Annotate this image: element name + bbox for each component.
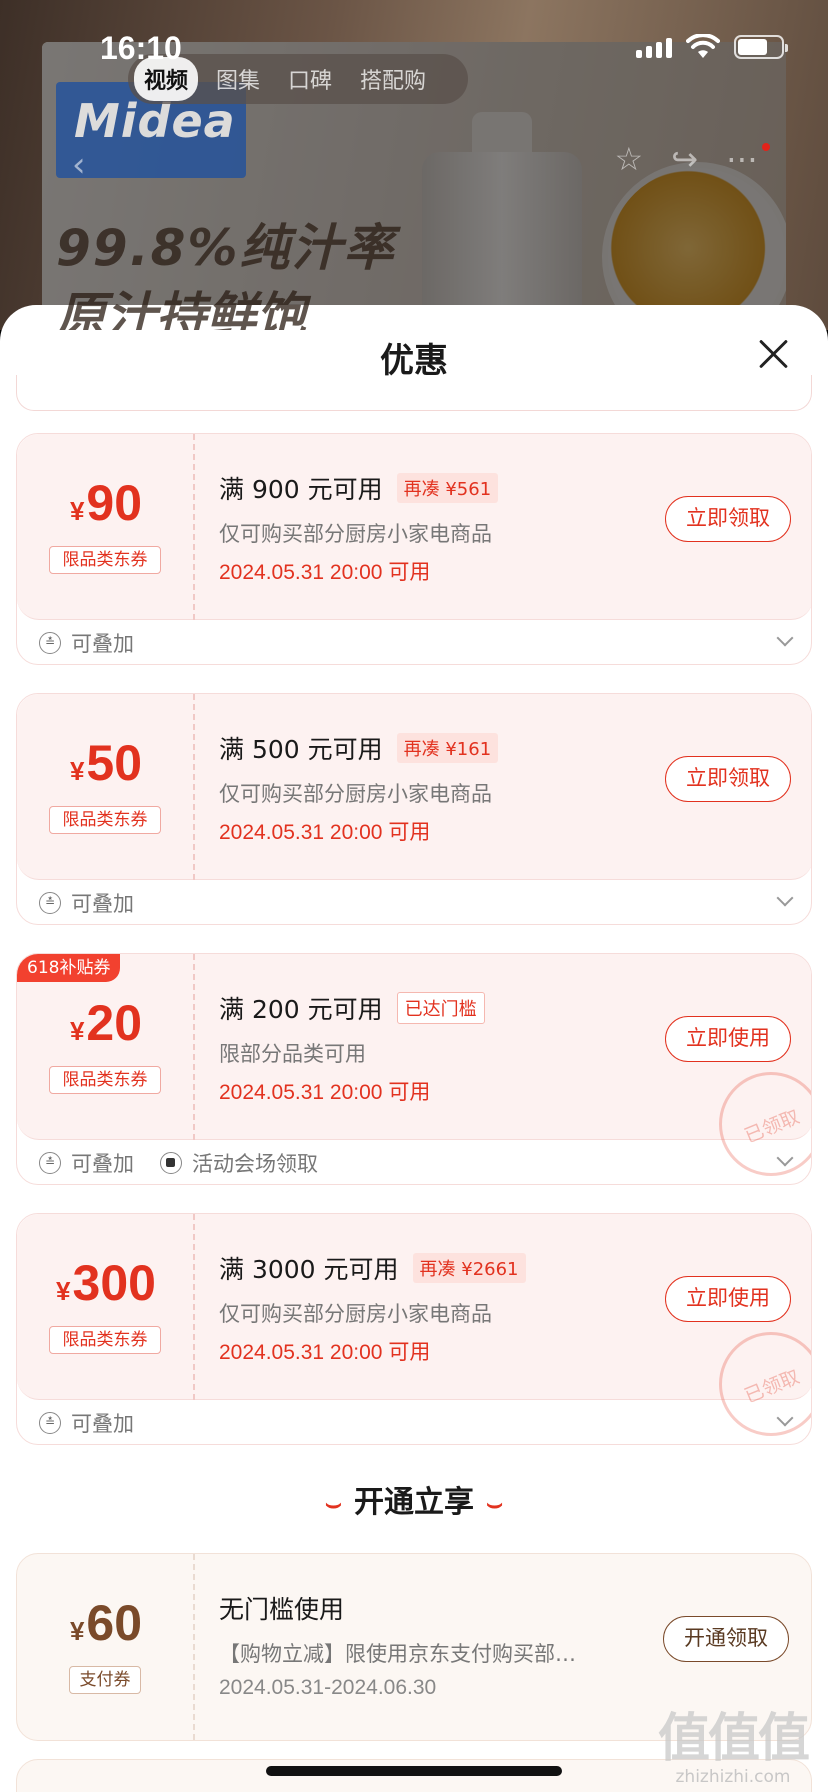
coupon-body: ¥50 限品类东券 满 500 元可用 再凑 ¥161 仅可购买部分厨房小家电商品… bbox=[17, 694, 811, 880]
use-coupon-button[interactable]: 立即使用 bbox=[665, 1016, 791, 1062]
coupon-condition: 满 3000 元可用 再凑 ¥2661 bbox=[219, 1250, 526, 1286]
threshold-met-tag: 已达门槛 bbox=[396, 992, 485, 1024]
coupon-amount: ¥300 bbox=[56, 1255, 156, 1311]
more-icon[interactable]: ⋯ bbox=[726, 140, 758, 178]
coupon-footer[interactable]: ≛ 可叠加 活动会场领取 bbox=[17, 1140, 811, 1184]
cellular-signal-icon bbox=[636, 36, 672, 58]
venue-icon bbox=[160, 1152, 182, 1174]
chevron-down-icon[interactable] bbox=[776, 629, 794, 647]
watermark: 值值值 zhizhizhi.com bbox=[657, 1709, 810, 1787]
wifi-icon bbox=[686, 34, 720, 60]
coupon-condition: 满 900 元可用 再凑 ¥561 bbox=[219, 470, 499, 506]
claim-coupon-button[interactable]: 立即领取 bbox=[665, 496, 791, 542]
stack-icon: ≛ bbox=[39, 1412, 61, 1434]
coupon-valid-time: 2024.05.31 20:00 可用 bbox=[219, 821, 431, 844]
coupon-card: ¥50 限品类东券 满 500 元可用 再凑 ¥161 仅可购买部分厨房小家电商品… bbox=[16, 693, 812, 925]
smile-deco-icon: ⌣ bbox=[324, 1489, 342, 1519]
coupon-gap-tag: 再凑 ¥561 bbox=[396, 473, 499, 503]
coupon-valid-time: 2024.05.31 20:00 可用 bbox=[219, 1081, 431, 1104]
coupon-body: ¥20 限品类东券 满 200 元可用 已达门槛 限部分品类可用 2024.05.… bbox=[17, 954, 811, 1184]
share-icon[interactable]: ↪ bbox=[671, 140, 698, 178]
coupon-type-label: 支付券 bbox=[69, 1666, 141, 1694]
coupon-amount: ¥90 bbox=[69, 475, 143, 531]
coupon-value-panel: ¥90 限品类东券 bbox=[17, 434, 195, 620]
claim-coupon-button[interactable]: 立即领取 bbox=[665, 756, 791, 802]
coupon-amount: ¥60 bbox=[69, 1595, 143, 1651]
coupon-scope: 仅可购买部分厨房小家电商品 bbox=[219, 1302, 492, 1326]
chevron-down-icon[interactable] bbox=[776, 889, 794, 907]
coupon-scope: 【购物立减】限使用京东支付购买部… bbox=[219, 1642, 576, 1666]
smile-deco-icon: ⌣ bbox=[486, 1489, 504, 1519]
activate-claim-button[interactable]: 开通领取 bbox=[663, 1616, 789, 1662]
hero-action-icons: ☆ ↪ ⋯ bbox=[615, 140, 759, 178]
stackable-label: ≛ 可叠加 bbox=[39, 1408, 134, 1438]
stackable-label: ≛ 可叠加 bbox=[39, 1148, 134, 1178]
coupon-amount: ¥20 bbox=[69, 995, 143, 1051]
coupon-condition: 满 500 元可用 再凑 ¥161 bbox=[219, 730, 499, 766]
coupon-card: ¥90 限品类东券 满 900 元可用 再凑 ¥561 仅可购买部分厨房小家电商品… bbox=[16, 433, 812, 665]
coupon-gap-tag: 再凑 ¥2661 bbox=[412, 1253, 526, 1283]
coupon-type-label: 限品类东券 bbox=[49, 1326, 161, 1354]
status-time: 16:10 bbox=[100, 30, 182, 66]
coupon-condition: 无门槛使用 bbox=[219, 1595, 345, 1624]
coupon-gap-tag: 再凑 ¥161 bbox=[396, 733, 499, 763]
stack-icon: ≛ bbox=[39, 1152, 61, 1174]
coupon-condition: 满 200 元可用 已达门槛 bbox=[219, 990, 485, 1026]
coupon-card: ¥300 限品类东券 满 3000 元可用 再凑 ¥2661 仅可购买部分厨房小家… bbox=[16, 1213, 812, 1445]
back-arrow-icon[interactable]: ‹ bbox=[72, 145, 86, 185]
hero-slogan: 99.8%纯汁率 bbox=[56, 219, 396, 277]
coupon-footer[interactable]: ≛ 可叠加 bbox=[17, 620, 811, 664]
coupon-type-label: 限品类东券 bbox=[49, 1066, 161, 1094]
battery-icon bbox=[734, 35, 788, 59]
hero-slogan-2: 原汁持鲜饱 bbox=[56, 287, 306, 330]
notification-dot bbox=[762, 143, 770, 151]
coupon-type-label: 限品类东券 bbox=[49, 806, 161, 834]
section-title: ⌣ 开通立享 ⌣ bbox=[324, 1485, 504, 1520]
close-icon[interactable] bbox=[756, 337, 790, 371]
coupon-body: ¥300 限品类东券 满 3000 元可用 再凑 ¥2661 仅可购买部分厨房小家… bbox=[17, 1214, 811, 1444]
coupon-footer[interactable]: ≛ 可叠加 bbox=[17, 1400, 811, 1444]
coupon-body: ¥90 限品类东券 满 900 元可用 再凑 ¥561 仅可购买部分厨房小家电商品… bbox=[17, 434, 811, 620]
juicer-lid-image bbox=[472, 112, 532, 162]
stack-icon: ≛ bbox=[39, 892, 61, 914]
status-bar: 16:10 bbox=[0, 0, 828, 80]
coupon-scope: 仅可购买部分厨房小家电商品 bbox=[219, 522, 492, 546]
coupon-value-panel: ¥300 限品类东券 bbox=[17, 1214, 195, 1400]
favorite-star-icon[interactable]: ☆ bbox=[615, 140, 644, 178]
stack-icon: ≛ bbox=[39, 632, 61, 654]
coupon-scope: 限部分品类可用 bbox=[219, 1042, 366, 1066]
coupon-value-panel: ¥50 限品类东券 bbox=[17, 694, 195, 880]
chevron-down-icon[interactable] bbox=[776, 1149, 794, 1167]
subsidy-ribbon: 618补贴券 bbox=[17, 954, 121, 982]
coupon-value-panel: ¥60 支付券 bbox=[17, 1554, 195, 1740]
coupon-sheet: 优惠 ¥90 限品类东券 满 900 元可用 再凑 ¥561 仅可购买部分厨房小家… bbox=[0, 305, 828, 1792]
coupon-scope: 仅可购买部分厨房小家电商品 bbox=[219, 782, 492, 806]
stackable-label: ≛ 可叠加 bbox=[39, 628, 134, 658]
chevron-down-icon[interactable] bbox=[776, 1409, 794, 1427]
coupon-type-label: 限品类东券 bbox=[49, 546, 161, 574]
coupon-footer[interactable]: ≛ 可叠加 bbox=[17, 880, 811, 924]
coupon-valid-time: 2024.05.31 20:00 可用 bbox=[219, 1341, 431, 1364]
partial-coupon-card bbox=[16, 375, 812, 411]
use-coupon-button[interactable]: 立即使用 bbox=[665, 1276, 791, 1322]
coupon-amount: ¥50 bbox=[69, 735, 143, 791]
stackable-label: ≛ 可叠加 bbox=[39, 888, 134, 918]
coupon-card: 618补贴券 ¥20 限品类东券 满 200 元可用 已达门槛 限部分品类可用 2… bbox=[16, 953, 812, 1185]
coupon-valid-time: 2024.05.31-2024.06.30 bbox=[219, 1676, 437, 1699]
coupon-valid-time: 2024.05.31 20:00 可用 bbox=[219, 561, 431, 584]
juicer-image bbox=[422, 152, 582, 330]
home-indicator[interactable] bbox=[266, 1766, 562, 1776]
event-venue-label: 活动会场领取 bbox=[160, 1148, 318, 1178]
